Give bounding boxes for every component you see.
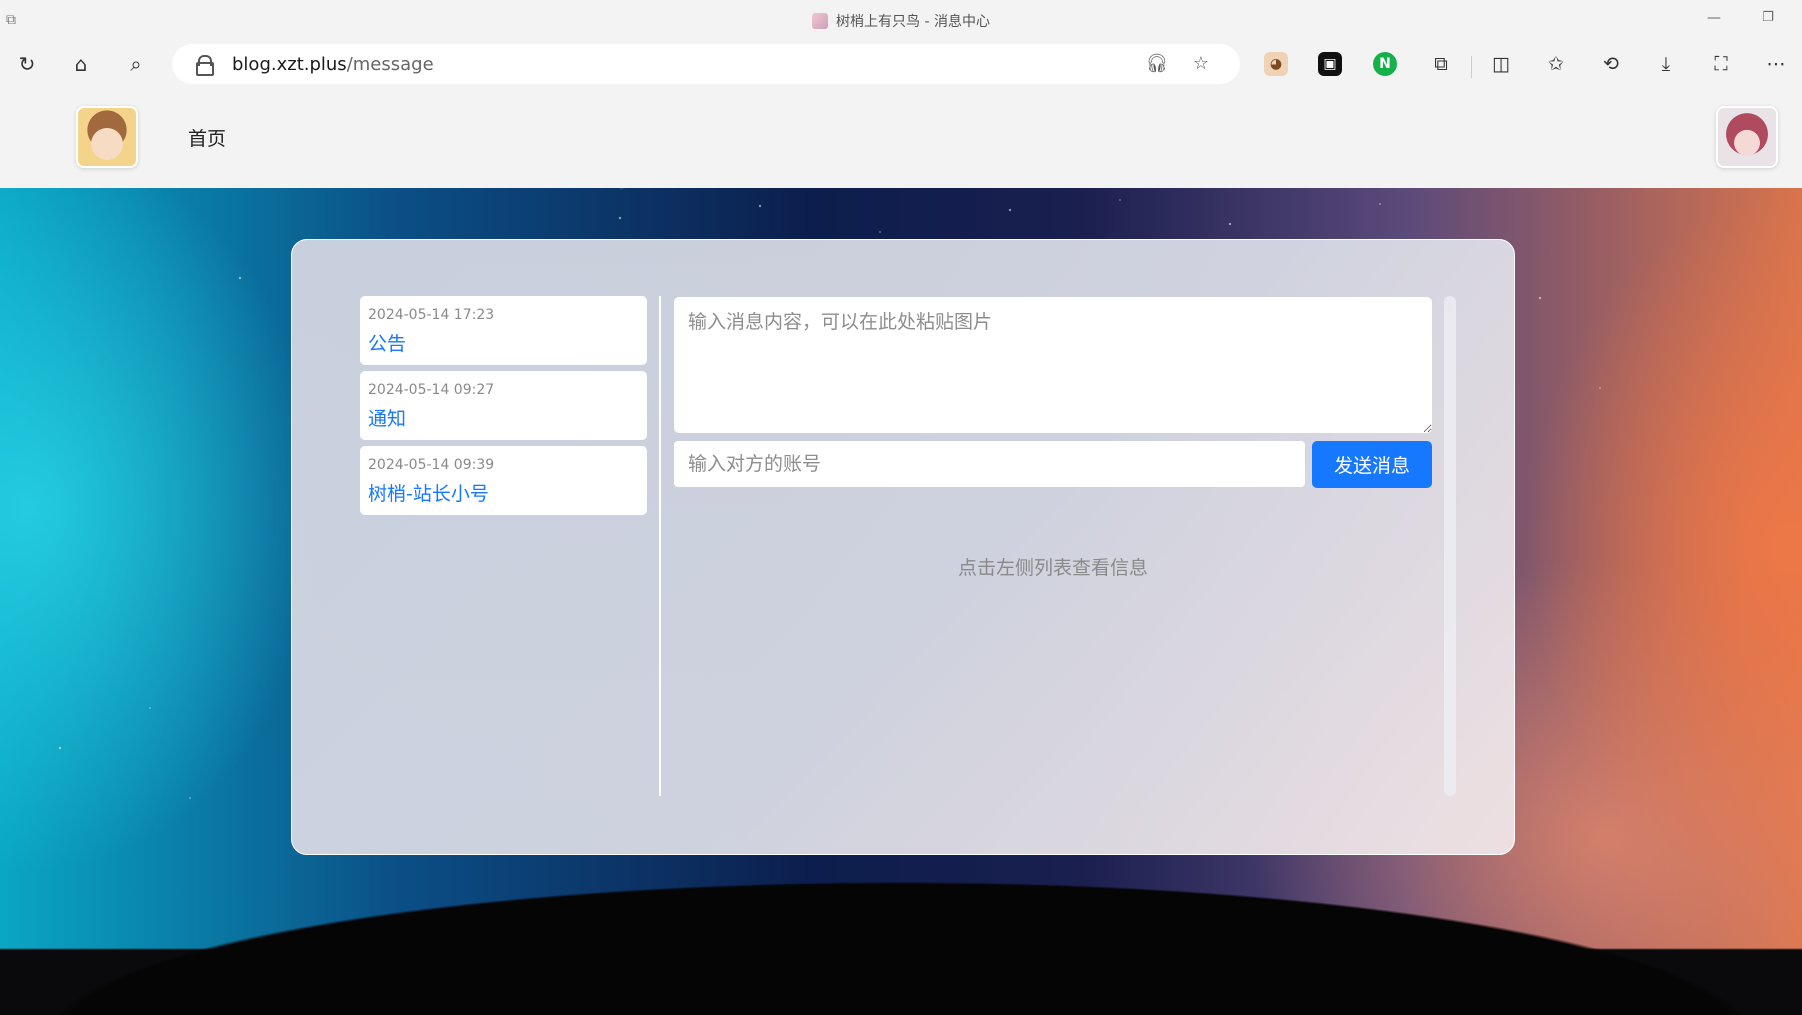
- browser-toolbar: ↻ ⌂ ⌕ blog.xzt.plus/message 🎧︎ ☆ ◕ ▣ N ⧉…: [0, 40, 1802, 88]
- site-favicon-icon: [812, 13, 829, 29]
- message-center-panel: 2024-05-14 17:23 公告 2024-05-14 09:27 通知 …: [291, 239, 1515, 855]
- message-time: 2024-05-14 09:27: [368, 382, 495, 398]
- extension-tab-icon[interactable]: ▣: [1318, 52, 1342, 76]
- url-path: /message: [346, 54, 434, 75]
- grass-silhouette: [0, 838, 1802, 1015]
- restore-icon[interactable]: ❐: [1758, 10, 1778, 30]
- site-logo-avatar[interactable]: [76, 106, 138, 168]
- home-icon[interactable]: ⌂: [66, 50, 96, 78]
- list-item[interactable]: 2024-05-14 17:23 公告: [360, 296, 647, 365]
- extension-n-icon[interactable]: N: [1373, 52, 1397, 76]
- star-icon[interactable]: ☆: [1188, 52, 1214, 76]
- nav-home-link[interactable]: 首页: [188, 124, 226, 151]
- extensions-puzzle-icon[interactable]: ⧉: [1427, 52, 1455, 76]
- message-time: 2024-05-14 09:39: [368, 457, 495, 473]
- minimize-icon[interactable]: —: [1704, 10, 1724, 30]
- message-time: 2024-05-14 17:23: [368, 307, 495, 323]
- message-title[interactable]: 公告: [368, 329, 639, 356]
- extension-avatar-icon[interactable]: ◕: [1264, 52, 1288, 76]
- favorites-icon[interactable]: ✩: [1542, 52, 1570, 76]
- history-icon[interactable]: ⟲: [1597, 52, 1625, 76]
- message-title[interactable]: 树梢-站长小号: [368, 479, 639, 506]
- window-title: 树梢上有只鸟 - 消息中心: [0, 11, 1802, 31]
- more-menu-icon[interactable]: ⋯: [1762, 52, 1790, 76]
- url-text[interactable]: blog.xzt.plus/message: [232, 54, 434, 75]
- list-item[interactable]: 2024-05-14 09:27 通知: [360, 371, 647, 440]
- recipient-account-input[interactable]: [674, 441, 1305, 487]
- message-title[interactable]: 通知: [368, 404, 639, 431]
- window-titlebar: ⧉ 树梢上有只鸟 - 消息中心 — ❐: [0, 0, 1802, 40]
- user-avatar[interactable]: [1716, 106, 1778, 168]
- headphones-icon[interactable]: 🎧︎: [1144, 52, 1170, 76]
- address-bar[interactable]: blog.xzt.plus/message 🎧︎ ☆: [172, 44, 1240, 84]
- list-item[interactable]: 2024-05-14 09:39 树梢-站长小号: [360, 446, 647, 515]
- message-list: 2024-05-14 17:23 公告 2024-05-14 09:27 通知 …: [360, 296, 647, 521]
- window-title-text: 树梢上有只鸟 - 消息中心: [836, 14, 990, 30]
- download-icon[interactable]: ⤓: [1652, 52, 1680, 76]
- search-icon[interactable]: ⌕: [121, 50, 151, 78]
- send-message-button[interactable]: 发送消息: [1312, 441, 1432, 488]
- message-content-input[interactable]: [674, 297, 1432, 433]
- split-screen-icon[interactable]: ◫: [1487, 52, 1515, 76]
- panel-divider: [659, 296, 661, 796]
- site-header: 首页: [0, 88, 1802, 188]
- lock-icon[interactable]: [196, 55, 214, 76]
- refresh-icon[interactable]: ↻: [12, 50, 42, 78]
- scrollbar-track[interactable]: [1444, 296, 1456, 796]
- toolbar-separator: [1471, 56, 1472, 78]
- url-host: blog.xzt.plus: [232, 54, 347, 75]
- empty-hint: 点击左侧列表查看信息: [957, 557, 1148, 579]
- screenshot-icon[interactable]: ⛶: [1707, 52, 1735, 76]
